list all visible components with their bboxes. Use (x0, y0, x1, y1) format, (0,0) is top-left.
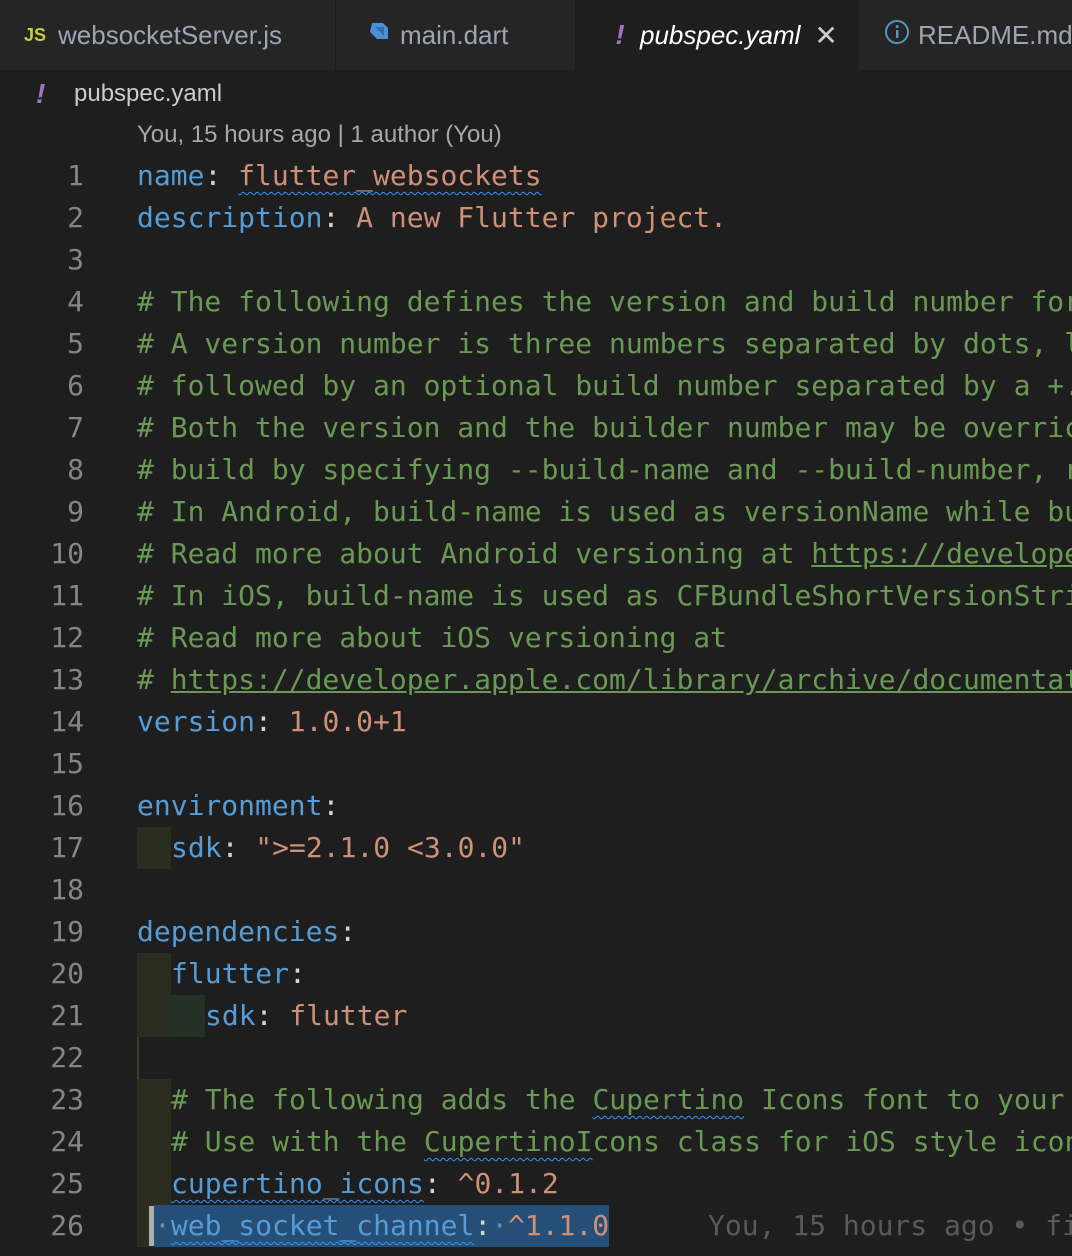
url-link[interactable]: https://developer.apple.com/library/arch… (171, 663, 1072, 696)
code-line-current[interactable]: 26 ·web_socket_channel:·^1.1.0 You, 15 hou… (0, 1205, 1072, 1247)
info-icon (884, 19, 910, 52)
tab-readme-md[interactable]: README.md (858, 0, 1072, 70)
code-line: 12 # Read more about iOS versioning at (0, 617, 1072, 659)
line-number: 14 (50, 705, 84, 738)
line-number: 15 (50, 747, 84, 780)
indent-guide (171, 995, 205, 1037)
line-number: 5 (67, 327, 84, 360)
code-line: 20 flutter: (0, 953, 1072, 995)
line-number: 13 (50, 663, 84, 696)
code-line: 10 # Read more about Android versioning a… (0, 533, 1072, 575)
line-number: 9 (67, 495, 84, 528)
git-blame-codelens[interactable]: You, 15 hours ago | 1 author (You) (137, 121, 502, 149)
tab-bar: JS websocketServer.js main.dart ! pubspe… (0, 0, 1072, 70)
code-line: 17 sdk: ">=2.1.0 <3.0.0" (0, 827, 1072, 869)
line-number: 20 (50, 957, 84, 990)
indent-guide (137, 1121, 171, 1163)
line-number: 6 (67, 369, 84, 402)
yaml-icon: ! (36, 78, 46, 109)
tab-pubspec-yaml[interactable]: ! pubspec.yaml ✕ (576, 0, 858, 70)
indent-guide (137, 953, 171, 995)
code-line: 24 # Use with the CupertinoIcons class fo… (0, 1121, 1072, 1163)
line-number: 17 (50, 831, 84, 864)
line-number: 18 (50, 873, 84, 906)
line-number: 10 (50, 537, 84, 570)
breadcrumb: ! pubspec.yaml (0, 70, 1072, 118)
line-number: 7 (67, 411, 84, 444)
code-line: 3 (0, 239, 1072, 281)
line-number: 11 (50, 579, 84, 612)
line-number: 1 (67, 159, 84, 192)
selected-text[interactable]: ·web_socket_channel:·^1.1.0 (154, 1205, 610, 1247)
tab-label: websocketServer.js (58, 19, 282, 50)
code-line: 21 sdk: flutter (0, 995, 1072, 1037)
line-number: 26 (50, 1209, 84, 1242)
line-number: 21 (50, 999, 84, 1032)
code-line: 1 name: flutter_websockets (0, 155, 1072, 197)
breadcrumb-file[interactable]: pubspec.yaml (74, 80, 222, 108)
tab-label: pubspec.yaml (640, 19, 801, 50)
code-line: 2 description: A new Flutter project. (0, 197, 1072, 239)
code-line: 4 # The following defines the version and… (0, 281, 1072, 323)
indent-guide (137, 827, 171, 869)
tab-main-dart[interactable]: main.dart (336, 0, 576, 70)
line-number: 2 (67, 201, 84, 234)
line-number: 22 (50, 1041, 84, 1074)
line-number: 25 (50, 1167, 84, 1200)
yaml-icon: ! (615, 19, 625, 50)
tab-label: main.dart (400, 19, 509, 50)
indent-guide (137, 1037, 139, 1079)
code-line: 15 (0, 743, 1072, 785)
code-line: 9 # In Android, build-name is used as ver… (0, 491, 1072, 533)
code-line: 13 # https://developer.apple.com/library/… (0, 659, 1072, 701)
url-link[interactable]: https://develope (811, 537, 1072, 570)
inline-blame: You, 15 hours ago • fi (708, 1209, 1072, 1242)
code-line: 6 # followed by an optional build number … (0, 365, 1072, 407)
code-line: 14 version: 1.0.0+1 (0, 701, 1072, 743)
tab-websocketserver-js[interactable]: JS websocketServer.js (0, 0, 336, 70)
line-number: 3 (67, 243, 84, 276)
line-number: 24 (50, 1125, 84, 1158)
code-line: 16 environment: (0, 785, 1072, 827)
indent-guide (137, 995, 171, 1037)
line-number: 12 (50, 621, 84, 654)
line-number: 4 (67, 285, 84, 318)
code-line: 7 # Both the version and the builder numb… (0, 407, 1072, 449)
code-editor[interactable]: 1 name: flutter_websockets 2 description: … (0, 155, 1072, 1247)
line-number: 19 (50, 915, 84, 948)
code-line: 18 (0, 869, 1072, 911)
tab-label: README.md (918, 19, 1072, 50)
line-number: 16 (50, 789, 84, 822)
indent-guide (137, 1079, 171, 1121)
close-icon[interactable]: ✕ (814, 19, 837, 52)
js-icon: JS (23, 24, 47, 45)
code-line: 19 dependencies: (0, 911, 1072, 953)
code-line: 8 # build by specifying --build-name and … (0, 449, 1072, 491)
code-line: 11 # In iOS, build-name is used as CFBund… (0, 575, 1072, 617)
code-line: 5 # A version number is three numbers sep… (0, 323, 1072, 365)
line-number: 23 (50, 1083, 84, 1116)
line-number: 8 (67, 453, 84, 486)
dart-icon (364, 20, 394, 51)
code-line: 23 # The following adds the Cupertino Ico… (0, 1079, 1072, 1121)
indent-guide (137, 1163, 171, 1205)
code-line: 25 cupertino_icons: ^0.1.2 (0, 1163, 1072, 1205)
code-line: 22 (0, 1037, 1072, 1079)
